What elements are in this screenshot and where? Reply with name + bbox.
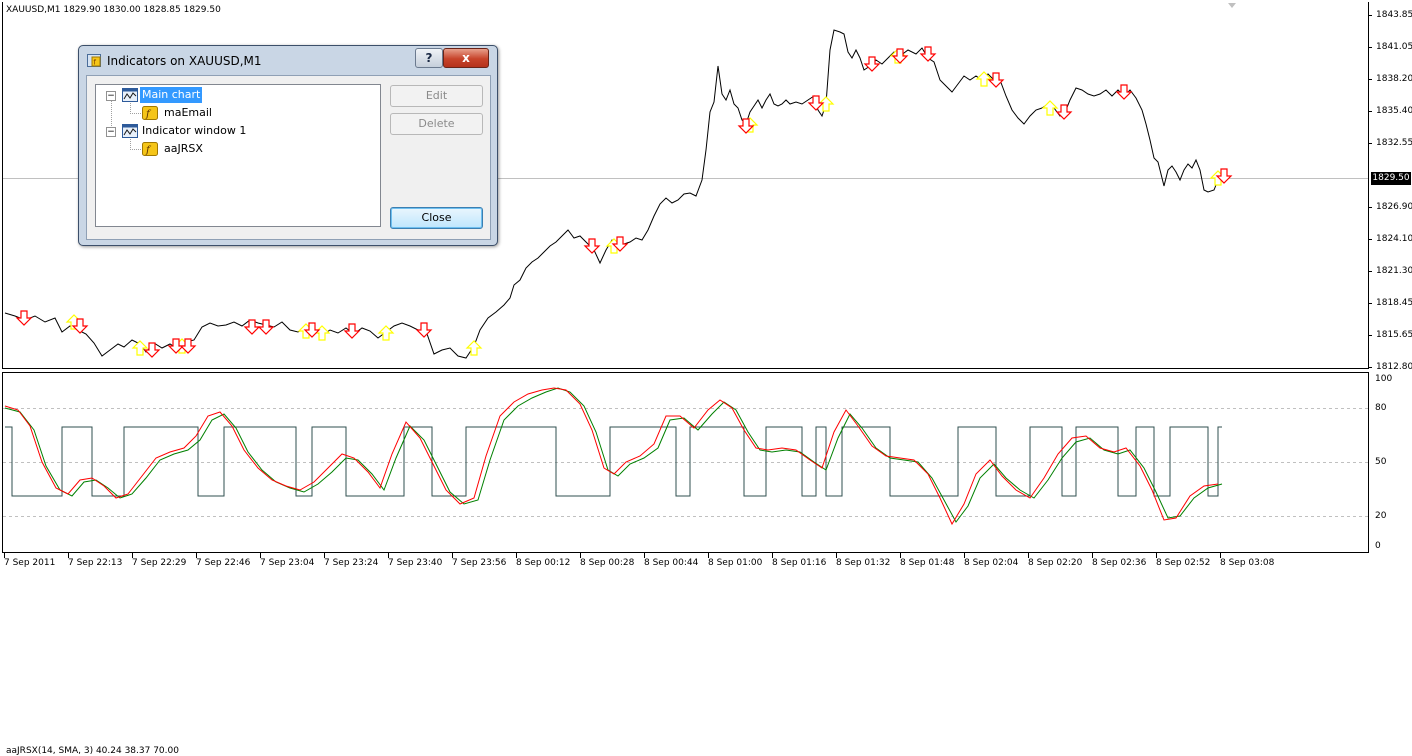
price-label: 1841.05 [1376,42,1412,52]
level-label: 50 [1375,457,1387,467]
price-label: 1826.90 [1376,202,1412,212]
help-button[interactable]: ? [415,48,443,68]
time-label: 7 Sep 2011 [4,558,56,568]
close-window-button[interactable]: x [443,48,489,68]
time-label: 8 Sep 00:12 [516,558,571,568]
current-price-label: 1829.50 [1371,172,1411,185]
price-label: 1843.85 [1376,10,1412,20]
time-label: 7 Sep 22:46 [196,558,251,568]
price-label: 1821.30 [1376,266,1412,276]
level-label: 20 [1375,511,1387,521]
indicator-plot[interactable] [0,370,1412,556]
indicator-window[interactable]: aaJRSX(14, SMA, 3) 40.24 38.37 70.00 100… [0,370,1412,756]
time-label: 8 Sep 02:36 [1092,558,1147,568]
signal-line [4,387,1223,523]
indicator-header: aaJRSX(14, SMA, 3) 40.24 38.37 70.00 [6,746,179,756]
time-label: 8 Sep 01:32 [836,558,891,568]
edit-button[interactable]: Edit [390,85,483,107]
time-label: 8 Sep 03:08 [1220,558,1275,568]
price-label: 1838.20 [1376,74,1412,84]
time-label: 7 Sep 23:04 [260,558,315,568]
time-label: 7 Sep 23:56 [452,558,507,568]
delete-button[interactable]: Delete [390,113,483,135]
time-label: 8 Sep 00:44 [644,558,699,568]
chart-header: XAUUSD,M1 1829.90 1830.00 1828.85 1829.5… [6,5,221,15]
price-label: 1818.45 [1376,298,1412,308]
custom-indicator-icon: f [142,106,158,120]
price-label: 1815.65 [1376,330,1412,340]
time-label: 8 Sep 01:16 [772,558,827,568]
price-label: 1832.55 [1376,138,1412,148]
price-label: 1835.40 [1376,106,1412,116]
time-label: 7 Sep 22:29 [132,558,187,568]
time-label: 8 Sep 02:04 [964,558,1019,568]
collapse-main-chart-toggle[interactable]: − [106,91,116,101]
price-label: 1824.10 [1376,234,1412,244]
level-label: 80 [1375,403,1387,413]
main-chart-label: Main chart [140,87,203,103]
indicators-dialog: f Indicators on XAUUSD,M1 ? x − Main cha… [78,45,498,246]
time-label: 7 Sep 23:24 [324,558,379,568]
time-label: 8 Sep 00:28 [580,558,635,568]
chart-window-icon [122,88,138,102]
time-label: 8 Sep 02:52 [1156,558,1211,568]
dialog-title: Indicators on XAUUSD,M1 [107,54,262,68]
time-label: 8 Sep 01:00 [708,558,763,568]
time-label: 7 Sep 23:40 [388,558,443,568]
time-label: 7 Sep 22:13 [68,558,123,568]
time-label: 8 Sep 01:48 [900,558,955,568]
close-button[interactable]: Close [390,207,483,229]
custom-indicator-icon: f [142,142,158,156]
level-label: 100 [1375,374,1393,384]
level-label: 0 [1375,541,1381,551]
indicator-tree[interactable]: − Main chart f maEmail − Indicator windo… [95,84,381,227]
tree-connectors [111,101,142,150]
indicators-app-icon: f [87,54,101,67]
step-line [5,426,1222,497]
chart-window-icon [122,124,138,138]
collapse-window-toggle[interactable]: − [106,127,116,137]
time-label: 8 Sep 02:20 [1028,558,1083,568]
dialog-title-bar[interactable]: f Indicators on XAUUSD,M1 ? x [79,46,497,74]
dialog-body: − Main chart f maEmail − Indicator windo… [86,75,491,240]
